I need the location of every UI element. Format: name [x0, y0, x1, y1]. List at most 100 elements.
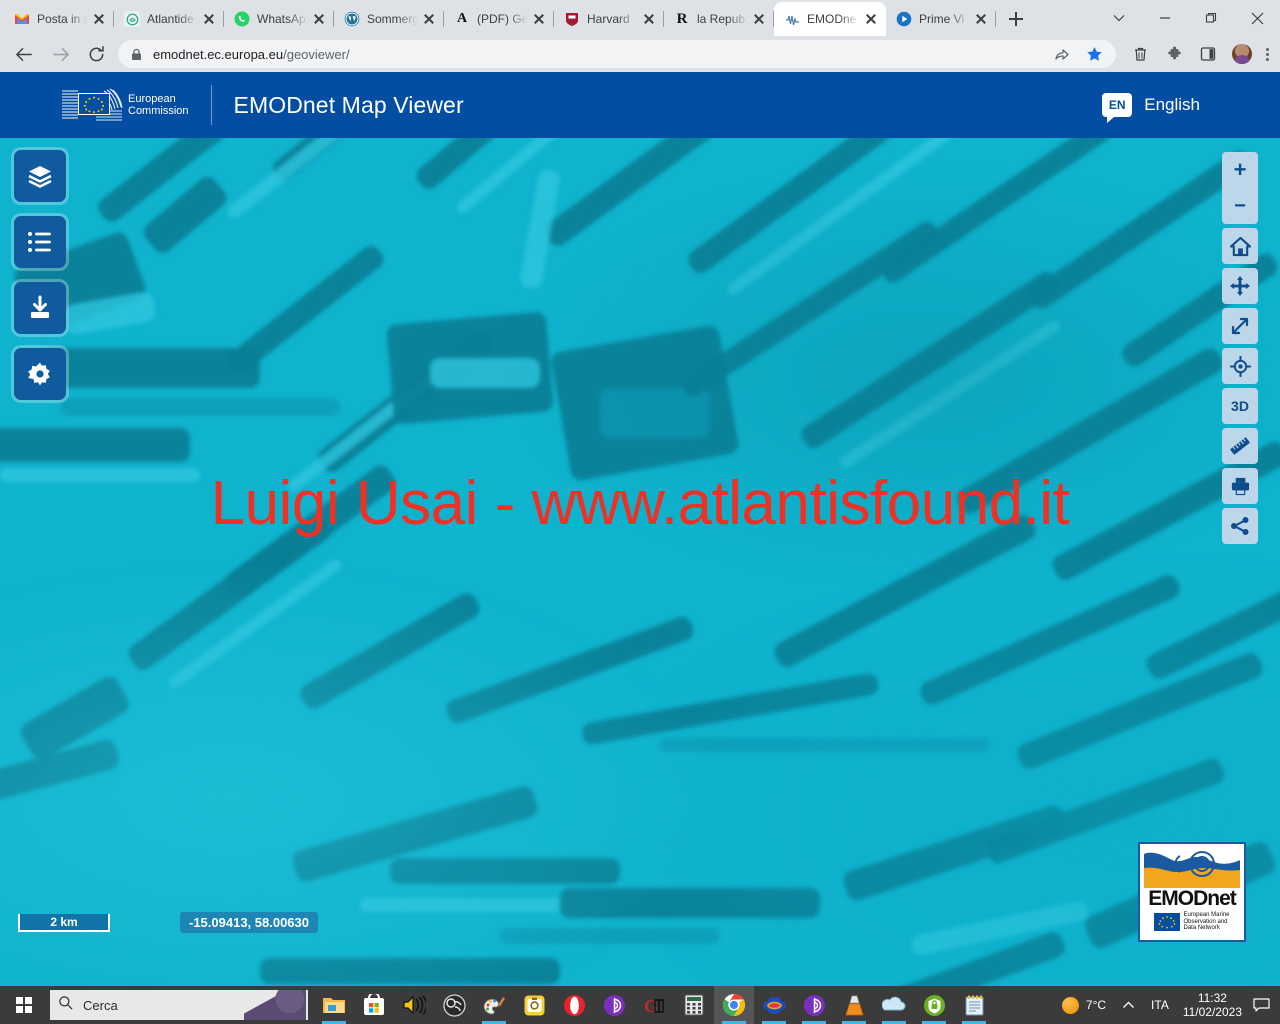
fullscreen-button[interactable]	[1222, 308, 1258, 344]
three-d-button[interactable]: 3D	[1222, 388, 1258, 424]
tab-title: EMODne	[807, 12, 857, 26]
language-indicator[interactable]: ITA	[1143, 986, 1177, 1024]
lock-icon	[130, 48, 143, 61]
weather-sun-icon	[1061, 996, 1079, 1014]
close-icon[interactable]	[750, 10, 768, 28]
close-icon[interactable]	[200, 10, 218, 28]
audacity-icon[interactable]	[754, 986, 794, 1024]
photo-app-icon[interactable]	[514, 986, 554, 1024]
forward-arrow-icon[interactable]	[46, 40, 74, 68]
notepad-icon[interactable]	[954, 986, 994, 1024]
close-icon[interactable]	[1234, 2, 1280, 34]
share-nodes-icon	[1230, 516, 1250, 536]
tab-title: Atlantide	[147, 12, 194, 26]
header-divider	[210, 85, 212, 125]
show-hidden-icons-chevron[interactable]	[1114, 986, 1143, 1024]
emodnet-subtitle-text: European Marine Observation and Data Net…	[1183, 912, 1229, 932]
tor-browser-2-icon[interactable]	[794, 986, 834, 1024]
tor-browser-icon[interactable]	[594, 986, 634, 1024]
reload-icon[interactable]	[82, 40, 110, 68]
primevideo-icon	[896, 11, 912, 27]
tab-title: Sommerg	[367, 12, 418, 26]
zoom-out-button[interactable]: −	[1222, 188, 1258, 224]
catalogue-button[interactable]	[14, 216, 66, 268]
close-icon[interactable]	[862, 10, 880, 28]
browser-tab[interactable]: Prime Vi	[886, 2, 996, 36]
restore-icon[interactable]	[1188, 2, 1234, 34]
full-extent-button[interactable]	[1222, 268, 1258, 304]
browser-tab[interactable]: R la Repub	[664, 2, 774, 36]
bookmark-star-icon[interactable]	[1084, 44, 1104, 64]
print-button[interactable]	[1222, 468, 1258, 504]
url-text: emodnet.ec.europa.eu/geoviewer/	[153, 46, 350, 62]
gmail-icon	[14, 11, 30, 27]
browser-tab[interactable]: Posta in a	[4, 2, 114, 36]
european-commission-logo: European Commission	[62, 85, 189, 125]
language-switcher[interactable]: EN English	[1102, 93, 1200, 123]
svg-text:G: G	[644, 996, 658, 1016]
chrome-browser-icon[interactable]	[714, 986, 754, 1024]
zoom-in-button[interactable]: +	[1222, 152, 1258, 188]
emodnet-subtitle: European Marine Observation and Data Net…	[1154, 912, 1230, 932]
share-icon[interactable]	[1052, 44, 1072, 64]
back-arrow-icon[interactable]	[10, 40, 38, 68]
ec-line-2: Commission	[128, 105, 189, 117]
close-icon[interactable]	[310, 10, 328, 28]
eu-flag-graphic	[62, 85, 124, 125]
chevron-down-icon[interactable]	[1096, 2, 1142, 34]
cortana-illustration	[244, 990, 306, 1020]
minimize-icon[interactable]	[1142, 2, 1188, 34]
extensions-puzzle-icon[interactable]	[1164, 44, 1184, 64]
file-explorer-icon[interactable]	[314, 986, 354, 1024]
scale-bar: 2 km	[18, 914, 110, 932]
paint-icon[interactable]	[474, 986, 514, 1024]
language-label: English	[1144, 95, 1200, 114]
windows-start-icon[interactable]	[0, 986, 48, 1024]
expand-arrows-icon	[1230, 276, 1250, 296]
obs-studio-icon[interactable]	[434, 986, 474, 1024]
close-icon[interactable]	[420, 10, 438, 28]
action-center-icon[interactable]	[1248, 986, 1274, 1024]
emodnet-icon	[784, 11, 800, 27]
browser-tab[interactable]: WhatsAp	[224, 2, 334, 36]
new-tab-button[interactable]	[1002, 5, 1030, 33]
layers-icon	[27, 163, 53, 189]
profile-avatar[interactable]	[1232, 44, 1252, 64]
browser-tab[interactable]: A (PDF) Ge	[444, 2, 554, 36]
onedrive-icon[interactable]	[874, 986, 914, 1024]
settings-button[interactable]	[14, 348, 66, 400]
home-extent-button[interactable]	[1222, 228, 1258, 264]
download-button[interactable]	[14, 282, 66, 334]
sidepanel-icon[interactable]	[1198, 44, 1218, 64]
browser-tab-active[interactable]: EMODne	[774, 2, 886, 36]
browser-tab[interactable]: Atlantide	[114, 2, 224, 36]
sound-volume-icon[interactable]	[394, 986, 434, 1024]
weather-widget[interactable]: 7°C	[1054, 986, 1114, 1024]
close-icon[interactable]	[972, 10, 990, 28]
browser-tab[interactable]: Harvard	[554, 2, 664, 36]
address-bar[interactable]: emodnet.ec.europa.eu/geoviewer/	[118, 40, 1116, 68]
trash-icon[interactable]	[1130, 44, 1150, 64]
layers-button[interactable]	[14, 150, 66, 202]
calculator-icon[interactable]	[674, 986, 714, 1024]
close-icon[interactable]	[530, 10, 548, 28]
chrome-menu-kebab-icon[interactable]	[1266, 46, 1270, 63]
microsoft-store-icon[interactable]	[354, 986, 394, 1024]
tab-title: (PDF) Ge	[477, 12, 528, 26]
vlc-player-icon[interactable]	[834, 986, 874, 1024]
share-button[interactable]	[1222, 508, 1258, 544]
close-icon[interactable]	[640, 10, 658, 28]
search-input[interactable]: Cerca	[50, 990, 308, 1020]
emodnet-mark-icon	[1144, 848, 1240, 888]
whatsapp-icon	[234, 11, 250, 27]
clock[interactable]: 11:32 11/02/2023	[1177, 991, 1248, 1019]
close-icon[interactable]	[90, 10, 108, 28]
browser-toolbar: emodnet.ec.europa.eu/geoviewer/	[0, 36, 1280, 72]
browser-tab[interactable]: Sommerg	[334, 2, 444, 36]
opera-browser-icon[interactable]	[554, 986, 594, 1024]
map-canvas[interactable]: Luigi Usai - www.atlantisfound.it + − 3D…	[0, 138, 1280, 986]
locate-button[interactable]	[1222, 348, 1258, 384]
measure-button[interactable]	[1222, 428, 1258, 464]
ghostery-icon[interactable]: G	[634, 986, 674, 1024]
bitwarden-icon[interactable]	[914, 986, 954, 1024]
